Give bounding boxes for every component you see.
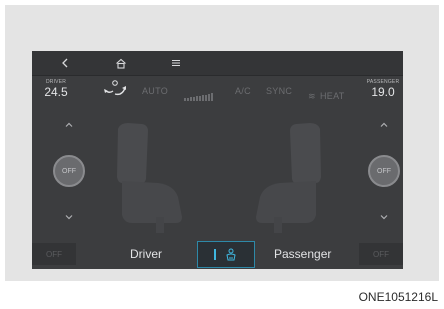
fan-speed-button[interactable] xyxy=(184,88,220,101)
heat-icon: ≋ xyxy=(308,91,316,101)
driver-seat-off-label: OFF xyxy=(62,167,76,175)
passenger-seat-graphic xyxy=(254,121,326,238)
home-button[interactable] xyxy=(110,53,132,73)
passenger-seat-up-button[interactable] xyxy=(375,115,393,133)
climate-status-row: DRIVER 24.5 AUTO A/C SYNC ≋ HEAT PASSENG… xyxy=(32,77,403,107)
nav-bar xyxy=(32,51,403,75)
airflow-mode-icon xyxy=(104,80,126,96)
passenger-temp-value: 19.0 xyxy=(371,85,395,99)
driver-zone-label: Driver xyxy=(130,247,162,261)
home-icon xyxy=(116,58,126,69)
sync-mode[interactable]: SYNC xyxy=(266,86,292,96)
menu-icon xyxy=(172,60,180,66)
climate-screen: DRIVER 24.5 AUTO A/C SYNC ≋ HEAT PASSENG… xyxy=(32,51,403,269)
sync-indicator-bar xyxy=(214,249,216,260)
passenger-seat-down-button[interactable] xyxy=(375,208,393,226)
passenger-seat-off-label: OFF xyxy=(377,167,391,175)
menu-button[interactable] xyxy=(165,53,187,73)
back-icon xyxy=(62,58,68,68)
driver-temp-value: 24.5 xyxy=(44,85,68,99)
passenger-seat-off-button[interactable]: OFF xyxy=(368,155,400,187)
nav-divider xyxy=(32,75,403,76)
driver-seat-off-button[interactable]: OFF xyxy=(53,155,85,187)
driver-seat-down-button[interactable] xyxy=(60,208,78,226)
chevron-down-icon xyxy=(65,214,73,219)
ac-mode[interactable]: A/C xyxy=(235,86,251,96)
auto-mode[interactable]: AUTO xyxy=(142,86,168,96)
driver-temp[interactable]: DRIVER 24.5 xyxy=(42,79,70,99)
back-button[interactable] xyxy=(54,53,76,73)
heat-mode-button[interactable]: ≋ HEAT xyxy=(308,86,345,104)
passenger-zone-label: Passenger xyxy=(274,247,332,261)
fan-speed-icon xyxy=(184,93,213,101)
driver-seat-up-button[interactable] xyxy=(60,115,78,133)
airflow-mode-button[interactable] xyxy=(100,79,130,101)
chevron-up-icon xyxy=(65,122,73,127)
heat-label: HEAT xyxy=(320,91,345,101)
chevron-down-icon xyxy=(380,214,388,219)
passenger-off-label: OFF xyxy=(373,249,389,259)
chevron-up-icon xyxy=(380,122,388,127)
driver-seat-icon xyxy=(117,123,182,233)
figure-caption: ONE1051216L xyxy=(358,290,438,304)
bottom-bar: OFF Driver Passenger OFF xyxy=(32,239,403,269)
sync-seat-button[interactable] xyxy=(197,241,255,268)
driver-off-label: OFF xyxy=(46,249,62,259)
seat-heat-icon xyxy=(226,248,236,260)
passenger-off-button[interactable]: OFF xyxy=(359,243,403,265)
driver-off-button[interactable]: OFF xyxy=(32,243,76,265)
driver-seat-graphic xyxy=(112,121,184,238)
passenger-seat-icon xyxy=(256,123,321,233)
passenger-temp[interactable]: PASSENGER 19.0 xyxy=(365,79,401,99)
